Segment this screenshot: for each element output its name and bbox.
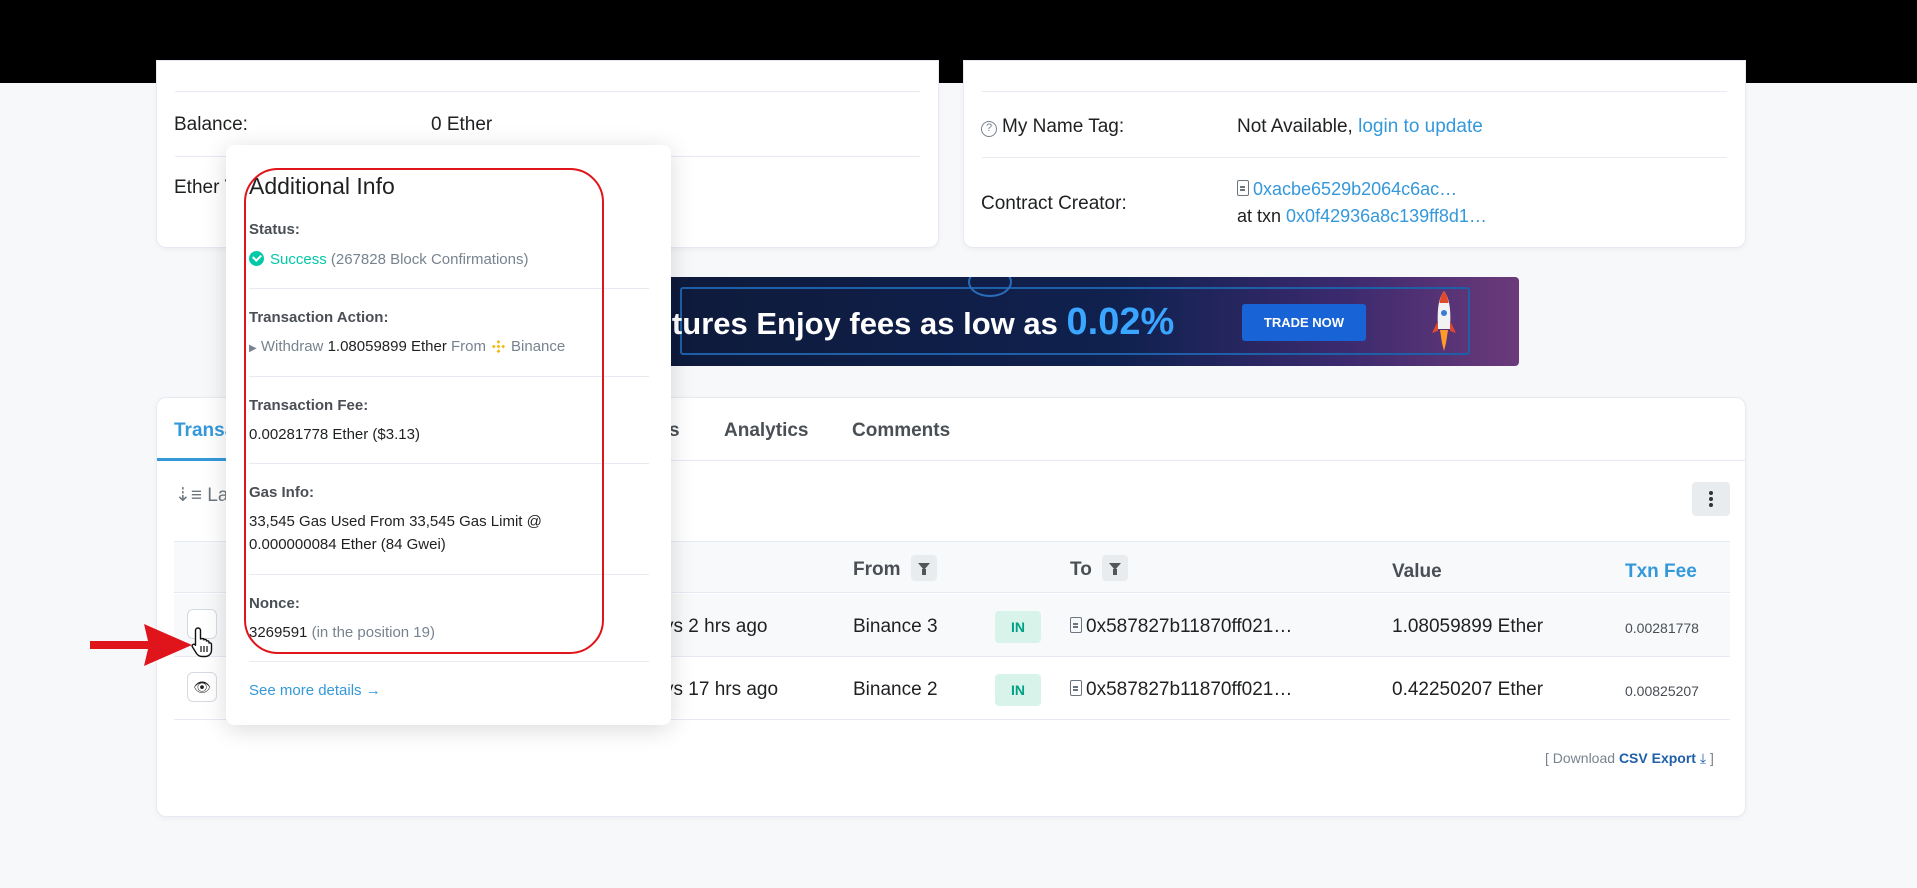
tab-comments[interactable]: Comments <box>852 420 950 442</box>
to-address-text[interactable]: 0x587827b11870ff021… <box>1086 679 1292 700</box>
contract-creator-label: Contract Creator: <box>981 193 1127 214</box>
txn-fee: 0.00825207 <box>1625 683 1699 699</box>
more-info-card: ? My Name Tag: Not Available, login to up… <box>963 60 1746 248</box>
eye-icon: 👁 <box>193 679 211 695</box>
rocket-icon <box>1432 291 1456 351</box>
contract-file-icon <box>1237 180 1249 196</box>
banner-percent: 0.02% <box>1066 301 1175 343</box>
highlight-outline <box>244 168 604 654</box>
hand-cursor-icon <box>191 627 213 658</box>
sort-icon: ⇣≡ <box>175 485 203 506</box>
more-options-button[interactable] <box>1692 482 1730 516</box>
red-arrow-icon <box>90 624 192 666</box>
balance-value: 0 Ether <box>431 114 493 135</box>
creator-txn: at txn 0x0f42936a8c139ff8d1… <box>1237 206 1487 227</box>
from-address-link[interactable]: Binance 2 <box>853 679 938 701</box>
login-to-update-link[interactable]: login to update <box>1358 116 1483 137</box>
question-icon: ? <box>981 121 997 137</box>
header-txn-fee[interactable]: Txn Fee <box>1625 561 1697 583</box>
txn-age: ys 17 hrs ago <box>664 679 779 700</box>
download-csv: [ Download CSV Export ⤓ ] <box>1545 750 1714 767</box>
txn-value: 1.08059899 Ether <box>1392 616 1544 637</box>
contract-file-icon <box>1070 680 1082 696</box>
txn-age: ys 2 hrs ago <box>664 616 768 637</box>
download-prefix: [ Download <box>1545 750 1616 766</box>
header-from: From <box>853 555 937 581</box>
filter-icon[interactable] <box>1101 555 1128 581</box>
name-tag-value-text: Not Available, <box>1237 116 1353 137</box>
to-address-text[interactable]: 0x587827b11870ff021… <box>1086 616 1292 637</box>
header-value: Value <box>1392 561 1442 582</box>
creator-address-link[interactable]: 0xacbe6529b2064c6ac… <box>1253 179 1457 199</box>
header-to: To <box>1070 555 1128 581</box>
to-address: 0x587827b11870ff021… <box>1070 679 1292 701</box>
creator-txn-link[interactable]: 0x0f42936a8c139ff8d1… <box>1286 206 1487 226</box>
divider <box>175 91 920 92</box>
divider <box>982 91 1727 92</box>
filter-icon[interactable] <box>910 555 937 581</box>
download-suffix: ] <box>1709 750 1714 766</box>
banner-headline: utures Enjoy fees as low as <box>653 306 1058 341</box>
divider <box>982 157 1727 158</box>
name-tag-value: Not Available, login to update <box>1237 116 1483 138</box>
tab-analytics[interactable]: Analytics <box>724 420 808 442</box>
txn-fee: 0.00281778 <box>1625 620 1699 636</box>
name-tag-label-text: My Name Tag: <box>1002 116 1125 137</box>
view-details-button[interactable]: 👁 <box>187 672 217 702</box>
name-tag-label: ? My Name Tag: <box>981 116 1124 138</box>
balance-label: Balance: <box>174 114 248 135</box>
from-address-link[interactable]: Binance 3 <box>853 616 938 638</box>
download-icon[interactable]: ⤓ <box>1700 750 1706 766</box>
direction-badge: IN <box>995 674 1041 706</box>
header-to-text: To <box>1070 559 1092 580</box>
ad-banner[interactable]: utures Enjoy fees as low as 0.02% TRADE … <box>640 277 1519 366</box>
csv-export-link[interactable]: CSV Export <box>1619 750 1696 766</box>
to-address: 0x587827b11870ff021… <box>1070 616 1292 638</box>
creator-txn-prefix: at txn <box>1237 206 1282 226</box>
header-from-text: From <box>853 559 901 580</box>
see-more-details-link[interactable]: See more details → <box>249 682 381 699</box>
direction-badge: IN <box>995 611 1041 643</box>
creator-address: 0xacbe6529b2064c6ac… <box>1237 179 1457 200</box>
divider <box>249 661 649 662</box>
txn-value: 0.42250207 Ether <box>1392 679 1544 700</box>
contract-file-icon <box>1070 617 1082 633</box>
trade-now-button[interactable]: TRADE NOW <box>1242 304 1366 341</box>
banner-text: utures Enjoy fees as low as 0.02% <box>653 301 1174 344</box>
